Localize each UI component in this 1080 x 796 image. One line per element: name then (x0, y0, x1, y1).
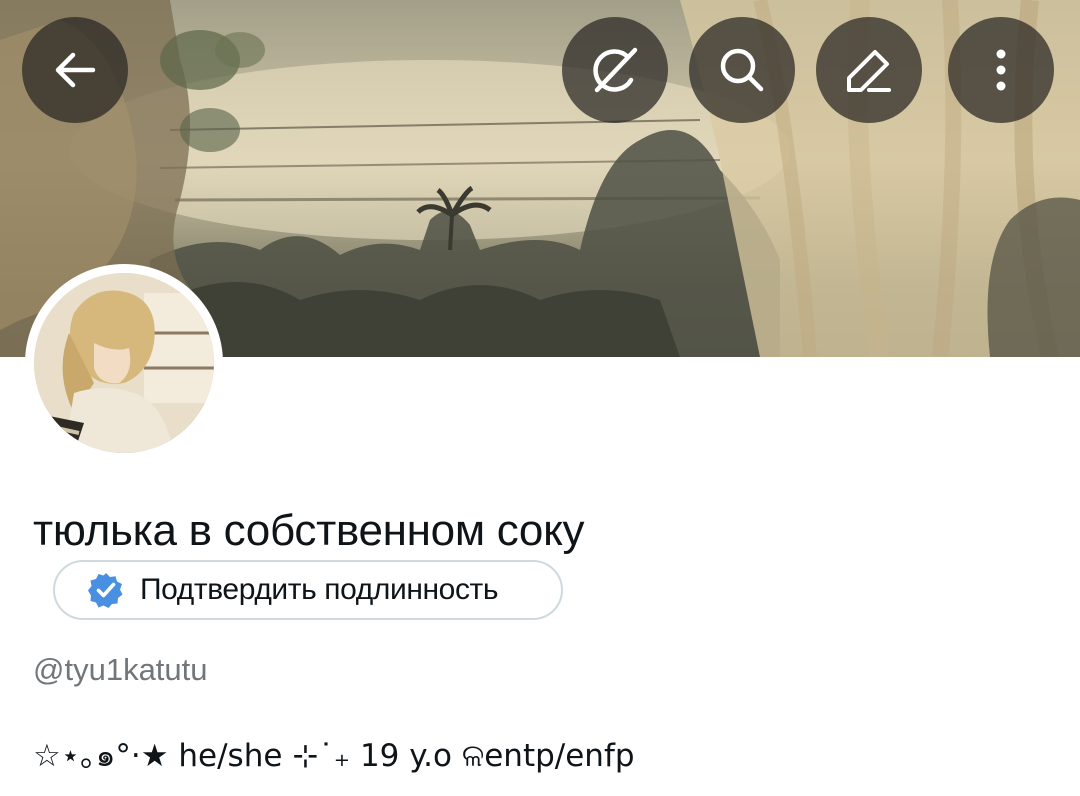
grok-button[interactable] (562, 17, 668, 123)
verified-badge-icon (88, 573, 123, 608)
more-options-button[interactable] (948, 17, 1054, 123)
avatar-illustration (34, 273, 214, 453)
grok-icon (593, 47, 638, 93)
avatar-image (34, 273, 214, 453)
edit-pen-icon (847, 50, 891, 92)
verify-authenticity-button[interactable]: Подтвердить подлинность (53, 560, 563, 620)
back-button[interactable] (22, 17, 128, 123)
profile-page: тюлька в собственном соку Подтвердить по… (0, 0, 1080, 796)
profile-display-name: тюлька в собственном соку (33, 506, 585, 555)
profile-handle: @tyu1katutu (33, 652, 208, 687)
profile-bio: ☆⋆｡๑°·★ he/she ⊹˙₊ 19 y.o ଳentp/enfp (33, 738, 635, 774)
more-vertical-icon (996, 49, 1006, 91)
search-button[interactable] (689, 17, 795, 123)
edit-button[interactable] (816, 17, 922, 123)
search-icon (720, 48, 764, 92)
profile-avatar[interactable] (25, 264, 223, 462)
verify-button-label: Подтвердить подлинность (140, 573, 499, 606)
arrow-left-icon (55, 52, 96, 88)
